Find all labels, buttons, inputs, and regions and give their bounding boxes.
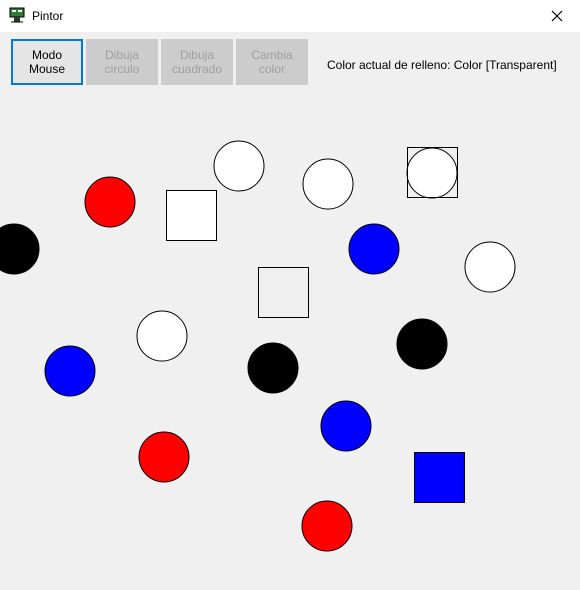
- square-shape[interactable]: [414, 452, 465, 503]
- close-icon: [551, 10, 563, 22]
- circle-shape[interactable]: [301, 500, 353, 552]
- drawing-canvas[interactable]: [0, 32, 580, 590]
- window-title: Pintor: [32, 9, 64, 23]
- client-area: Modo Mouse Dibuja circulo Dibuja cuadrad…: [0, 32, 580, 590]
- paint-app-icon: [9, 7, 25, 23]
- circle-shape[interactable]: [320, 400, 372, 452]
- circle-shape[interactable]: [136, 310, 188, 362]
- square-shape[interactable]: [166, 190, 217, 241]
- close-button[interactable]: [534, 0, 580, 32]
- circle-shape[interactable]: [406, 147, 458, 199]
- circle-shape[interactable]: [348, 223, 400, 275]
- circle-shape[interactable]: [84, 176, 136, 228]
- circle-shape[interactable]: [302, 158, 354, 210]
- circle-shape[interactable]: [213, 140, 265, 192]
- circle-shape[interactable]: [44, 345, 96, 397]
- circle-shape[interactable]: [396, 318, 448, 370]
- circle-shape[interactable]: [0, 223, 40, 275]
- square-shape[interactable]: [258, 267, 309, 318]
- circle-shape[interactable]: [138, 431, 190, 483]
- title-bar: Pintor: [0, 0, 580, 32]
- circle-shape[interactable]: [247, 342, 299, 394]
- circle-shape[interactable]: [464, 241, 516, 293]
